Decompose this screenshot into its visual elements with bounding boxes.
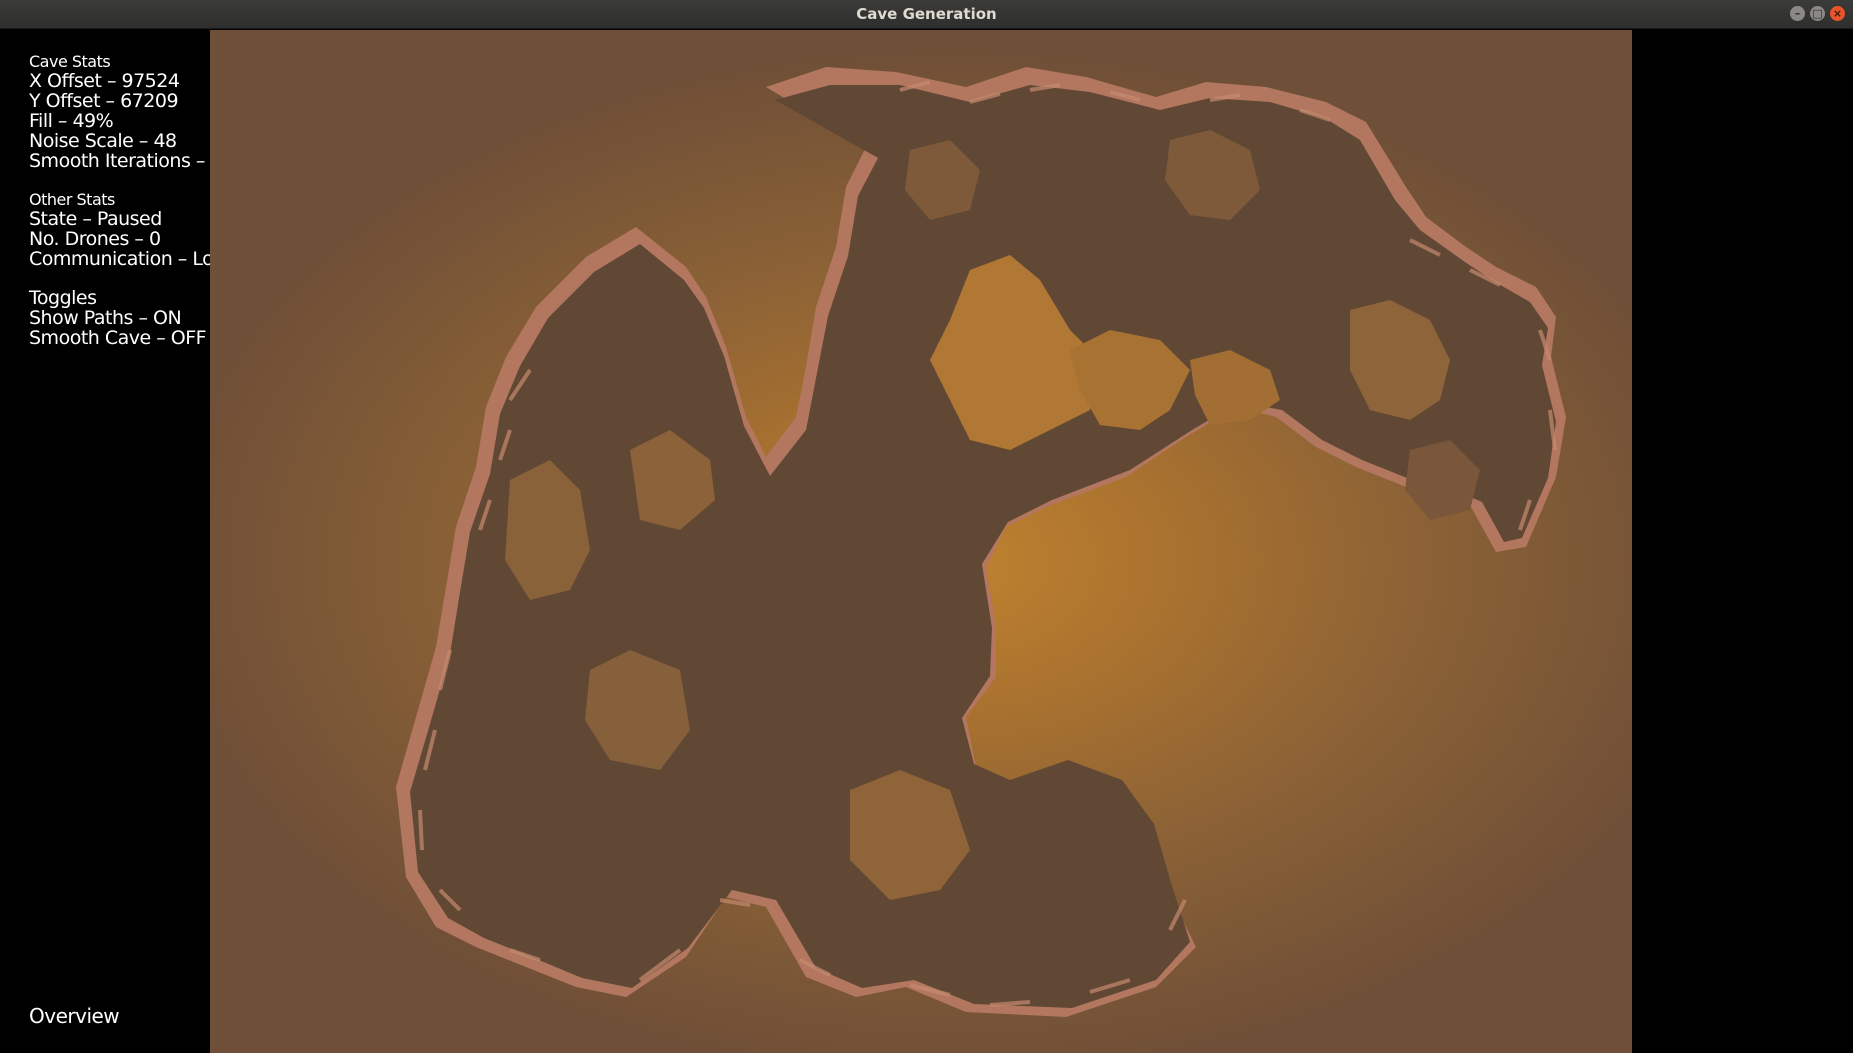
show-paths-toggle: Show Paths – ON: [29, 307, 182, 329]
minimize-icon[interactable]: –: [1790, 6, 1805, 21]
cave-viewport[interactable]: [210, 30, 1632, 1053]
maximize-icon[interactable]: □: [1810, 6, 1825, 21]
y-offset-stat: Y Offset – 67209: [29, 90, 179, 112]
noise-scale-stat: Noise Scale – 48: [29, 130, 177, 152]
view-mode-label: Overview: [29, 1004, 120, 1028]
x-offset-stat: X Offset – 97524: [29, 70, 180, 92]
state-stat: State – Paused: [29, 208, 162, 230]
communication-stat: Communication – Local: [29, 248, 240, 270]
fill-stat: Fill – 49%: [29, 110, 114, 132]
other-stats-heading: Other Stats: [29, 190, 115, 209]
drones-stat: No. Drones – 0: [29, 228, 161, 250]
smooth-cave-toggle: Smooth Cave – OFF: [29, 327, 207, 349]
close-icon[interactable]: ×: [1830, 6, 1845, 21]
toggles-heading: Toggles: [29, 287, 97, 309]
smooth-iterations-stat: Smooth Iterations – 5: [29, 150, 223, 172]
cave-stats-heading: Cave Stats: [29, 52, 111, 71]
hud-panel: Cave Stats X Offset – 97524 Y Offset – 6…: [29, 52, 240, 349]
window-titlebar: Cave Generation – □ ×: [0, 0, 1853, 29]
cave-map: [396, 67, 1566, 1017]
window-title: Cave Generation: [856, 5, 997, 23]
